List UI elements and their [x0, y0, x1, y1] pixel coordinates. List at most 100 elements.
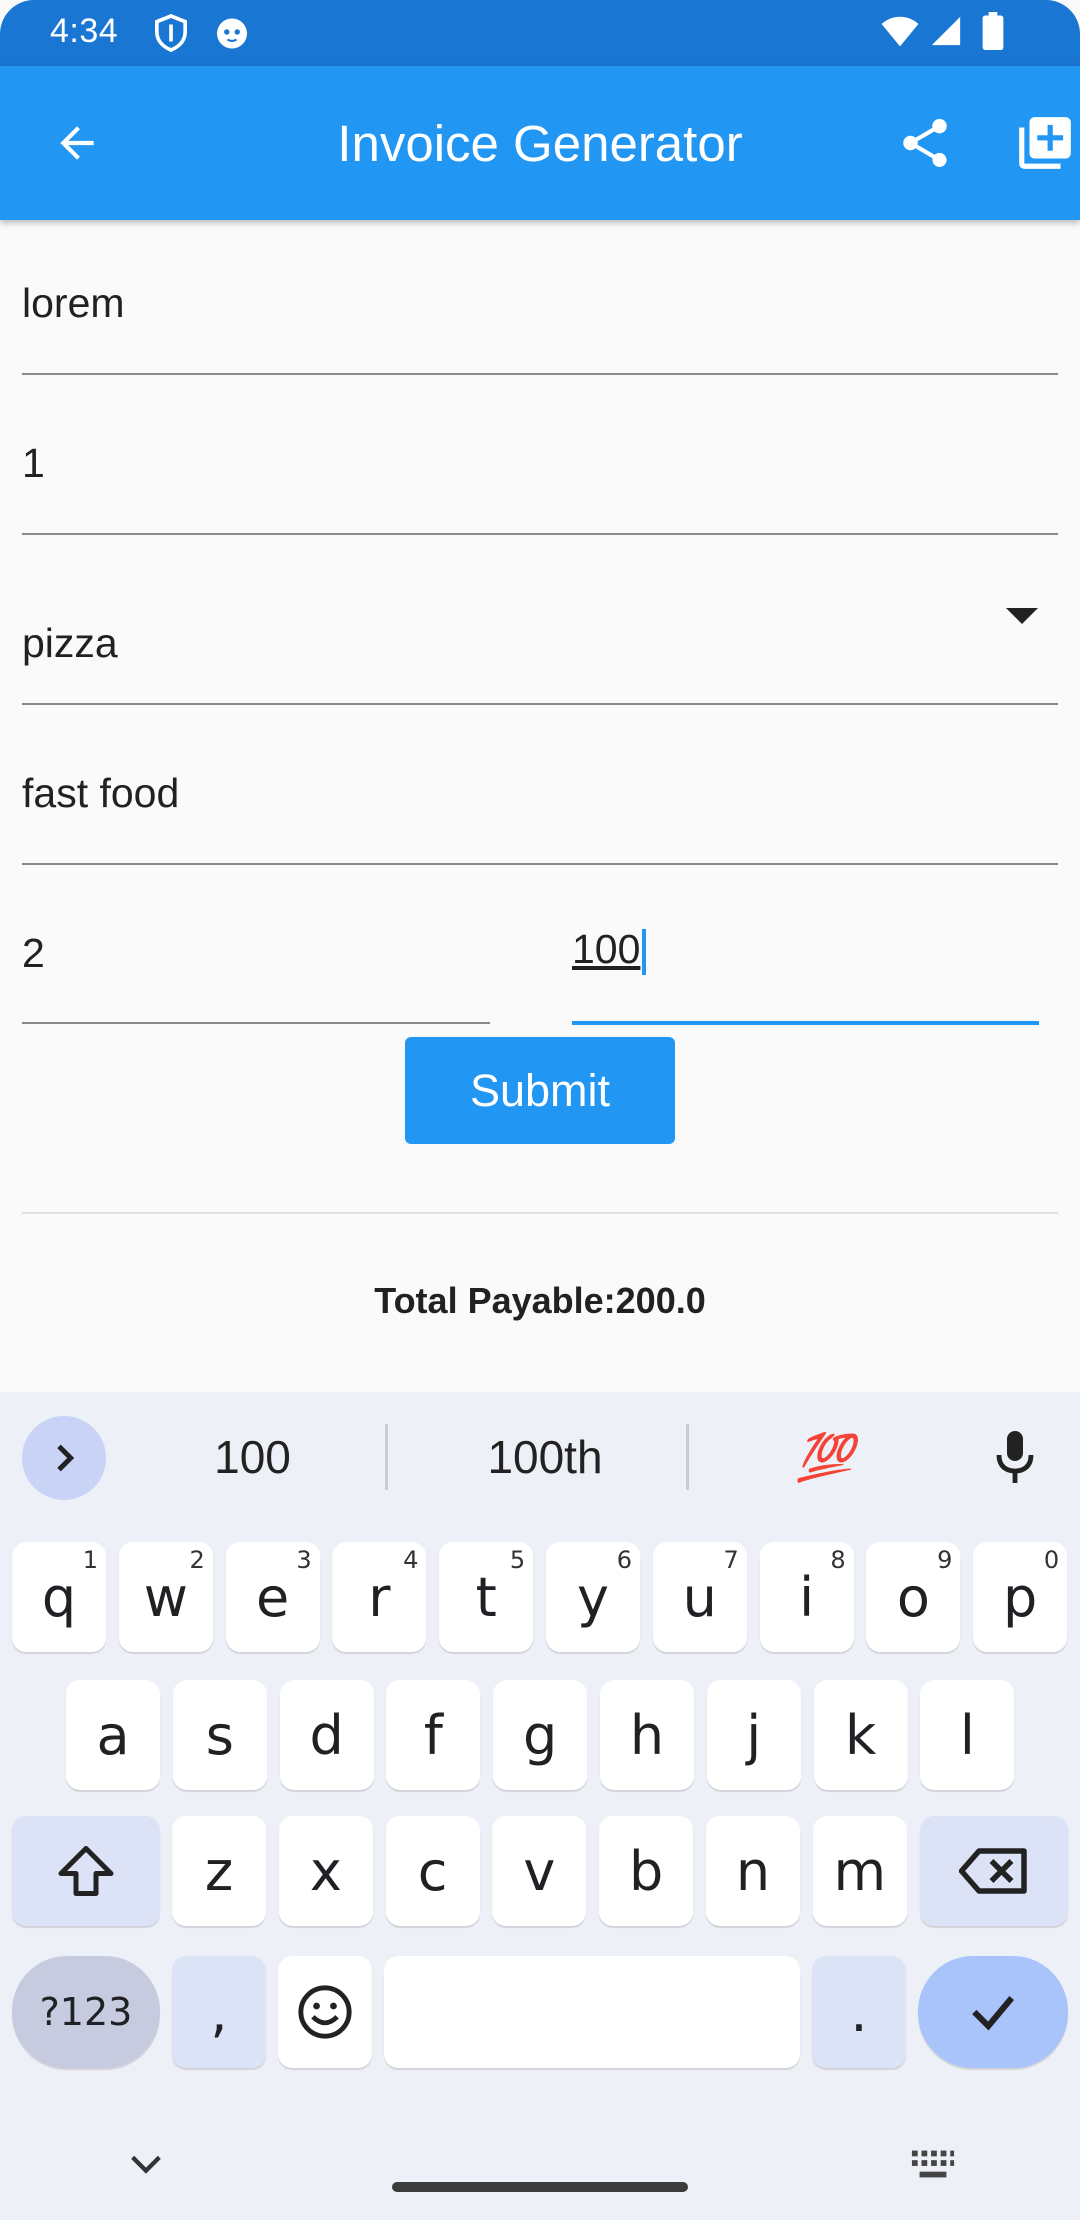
voice-input-button[interactable] — [980, 1422, 1050, 1492]
key-t[interactable]: t5 — [439, 1542, 534, 1652]
wifi-icon — [880, 16, 920, 53]
key-g[interactable]: g — [493, 1680, 588, 1790]
key-hint: 5 — [509, 1546, 526, 1574]
key-label: v — [523, 1839, 556, 1903]
price-value-wrap: 100 — [572, 926, 647, 976]
check-icon — [972, 1996, 1014, 2031]
shift-key[interactable] — [12, 1816, 160, 1926]
key-label: t — [475, 1565, 497, 1629]
key-label: g — [523, 1703, 558, 1767]
key-l[interactable]: l — [920, 1680, 1015, 1790]
key-z[interactable]: z — [172, 1816, 266, 1926]
key-hint: 2 — [189, 1546, 205, 1574]
home-gesture-handle[interactable] — [392, 2182, 688, 2192]
suggestion-separator — [686, 1424, 689, 1490]
key-hint: 8 — [830, 1546, 846, 1574]
status-time: 4:34 — [50, 12, 119, 50]
key-label: i — [799, 1565, 815, 1629]
share-button[interactable] — [892, 110, 958, 176]
key-label: s — [205, 1703, 234, 1767]
key-label: m — [833, 1839, 887, 1903]
microphone-icon — [996, 1431, 1034, 1483]
item-count-field[interactable]: 2 — [22, 900, 490, 1024]
suggestion-emoji[interactable]: 💯 — [740, 1422, 910, 1492]
key-x[interactable]: x — [278, 1816, 373, 1926]
key-hint: 6 — [616, 1546, 632, 1574]
price-field[interactable]: 100 — [572, 900, 1039, 1025]
backspace-key[interactable] — [920, 1816, 1068, 1926]
key-hint: 1 — [82, 1546, 98, 1574]
key-e[interactable]: e3 — [225, 1542, 320, 1652]
key-label: y — [577, 1565, 609, 1629]
battery-icon — [982, 12, 1004, 55]
key-u[interactable]: u7 — [652, 1542, 747, 1652]
key-q[interactable]: q1 — [12, 1542, 106, 1652]
item-name-field[interactable]: lorem — [22, 250, 1058, 375]
add-item-button[interactable] — [1012, 110, 1078, 176]
key-label: p — [1003, 1565, 1038, 1629]
chevron-down-icon — [131, 2155, 161, 2174]
key-m[interactable]: m — [812, 1816, 907, 1926]
key-v[interactable]: v — [492, 1816, 587, 1926]
key-s[interactable]: s — [172, 1680, 267, 1790]
key-y[interactable]: y6 — [546, 1542, 640, 1652]
smiley-icon — [298, 1985, 352, 2039]
suggestion-2[interactable]: 100th — [420, 1422, 670, 1492]
share-icon — [903, 118, 947, 167]
status-bar: 4:34 — [0, 0, 1080, 66]
key-label: k — [844, 1703, 877, 1767]
key-label: r — [368, 1565, 391, 1629]
key-label: x — [309, 1839, 342, 1903]
key-r[interactable]: r4 — [332, 1542, 427, 1652]
key-label: a — [96, 1703, 130, 1767]
key-hint: 3 — [296, 1546, 312, 1574]
key-n[interactable]: n — [706, 1816, 800, 1926]
key-c[interactable]: c — [385, 1816, 480, 1926]
key-hint: 9 — [937, 1546, 953, 1574]
symbols-key[interactable]: ?123 — [12, 1956, 160, 2068]
key-f[interactable]: f — [386, 1680, 481, 1790]
quantity-value: 1 — [22, 440, 45, 486]
key-d[interactable]: d — [279, 1680, 374, 1790]
item-count-value: 2 — [22, 930, 45, 976]
emoji-key[interactable] — [278, 1956, 372, 2068]
keyboard-icon — [911, 2150, 955, 2178]
keyboard-switch-button[interactable] — [910, 2148, 956, 2185]
item-type-field[interactable]: fast food — [22, 740, 1058, 865]
category-dropdown[interactable]: pizza — [22, 580, 1058, 705]
key-label: u — [682, 1565, 717, 1629]
library-add-icon — [1019, 117, 1071, 169]
key-label: w — [143, 1565, 188, 1629]
cat-face-icon — [214, 14, 250, 55]
price-value: 100 — [572, 926, 641, 972]
dropdown-arrow-icon — [1006, 608, 1038, 624]
text-cursor — [642, 929, 647, 976]
key-b[interactable]: b — [599, 1816, 694, 1926]
key-o[interactable]: o9 — [866, 1542, 961, 1652]
chevron-right-icon — [57, 1444, 75, 1472]
key-label: f — [423, 1703, 443, 1767]
key-a[interactable]: a — [66, 1680, 160, 1790]
key-label: n — [735, 1839, 771, 1903]
submit-button[interactable]: Submit — [405, 1037, 675, 1144]
hide-keyboard-button[interactable] — [126, 2150, 166, 2183]
key-hint: 4 — [403, 1546, 419, 1574]
key-h[interactable]: h — [600, 1680, 694, 1790]
expand-suggestions-button[interactable] — [22, 1416, 106, 1500]
key-p[interactable]: p0 — [973, 1542, 1068, 1652]
key-label: z — [204, 1839, 234, 1903]
suggestion-separator — [385, 1424, 388, 1490]
key-i[interactable]: i8 — [759, 1542, 854, 1652]
quantity-field[interactable]: 1 — [22, 410, 1058, 535]
space-key[interactable] — [384, 1956, 800, 2068]
key-label: h — [629, 1703, 665, 1767]
key-w[interactable]: w2 — [118, 1542, 213, 1652]
key-label: e — [255, 1565, 290, 1629]
key-j[interactable]: j — [706, 1680, 801, 1790]
comma-key[interactable]: , — [172, 1956, 266, 2068]
period-key[interactable]: . — [812, 1956, 906, 2068]
shield-icon — [154, 14, 188, 57]
done-key[interactable] — [918, 1956, 1068, 2068]
key-k[interactable]: k — [813, 1680, 908, 1790]
suggestion-1[interactable]: 100 — [160, 1422, 345, 1492]
